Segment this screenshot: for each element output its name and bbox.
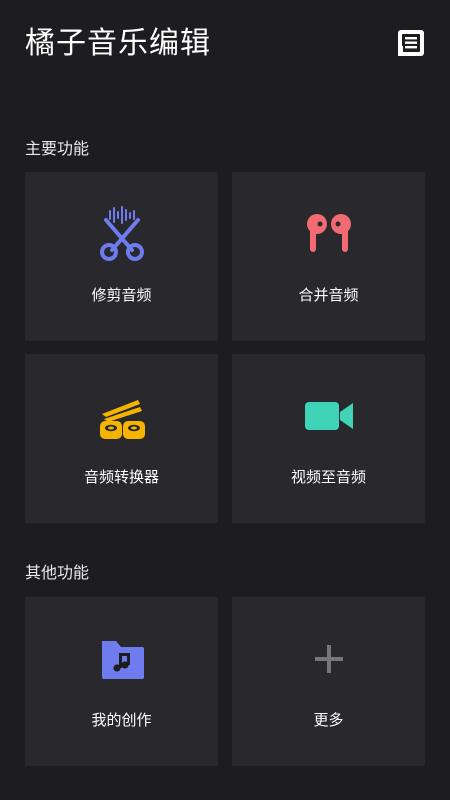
section-title-other: 其他功能 bbox=[25, 563, 90, 582]
audio-converter-label: 音频转换器 bbox=[83, 468, 159, 486]
merge-audio-label: 合并音频 bbox=[298, 286, 359, 304]
more-card[interactable]: 更多 bbox=[232, 597, 425, 766]
document-button[interactable] bbox=[396, 28, 426, 58]
audio-converter-card[interactable]: 音频转换器 bbox=[25, 354, 218, 523]
section-title-main: 主要功能 bbox=[25, 139, 90, 158]
plus-icon bbox=[314, 645, 343, 673]
app-title: 橘子音乐编辑 bbox=[25, 26, 211, 61]
my-creations-label: 我的创作 bbox=[91, 711, 152, 729]
merge-audio-card[interactable]: 合并音频 bbox=[232, 172, 425, 341]
video-to-audio-label: 视频至音频 bbox=[290, 468, 366, 486]
earbuds-icon bbox=[306, 214, 351, 252]
more-label: 更多 bbox=[313, 711, 344, 729]
sushi-convert-icon bbox=[99, 400, 145, 439]
app-screen: 橘子音乐编辑 主要功能 修剪音频 合并音频 音频转换器 视频至音频 其他功能 我… bbox=[0, 0, 450, 800]
top-bar: 橘子音乐编辑 bbox=[0, 0, 450, 90]
video-camera-icon bbox=[304, 402, 353, 430]
bottom-area bbox=[0, 772, 450, 800]
trim-audio-card[interactable]: 修剪音频 bbox=[25, 172, 218, 341]
music-folder-icon bbox=[101, 641, 144, 679]
scissors-audio-icon bbox=[99, 206, 144, 261]
video-to-audio-card[interactable]: 视频至音频 bbox=[232, 354, 425, 523]
trim-audio-label: 修剪音频 bbox=[91, 286, 152, 304]
document-icon bbox=[398, 30, 424, 56]
my-creations-card[interactable]: 我的创作 bbox=[25, 597, 218, 766]
